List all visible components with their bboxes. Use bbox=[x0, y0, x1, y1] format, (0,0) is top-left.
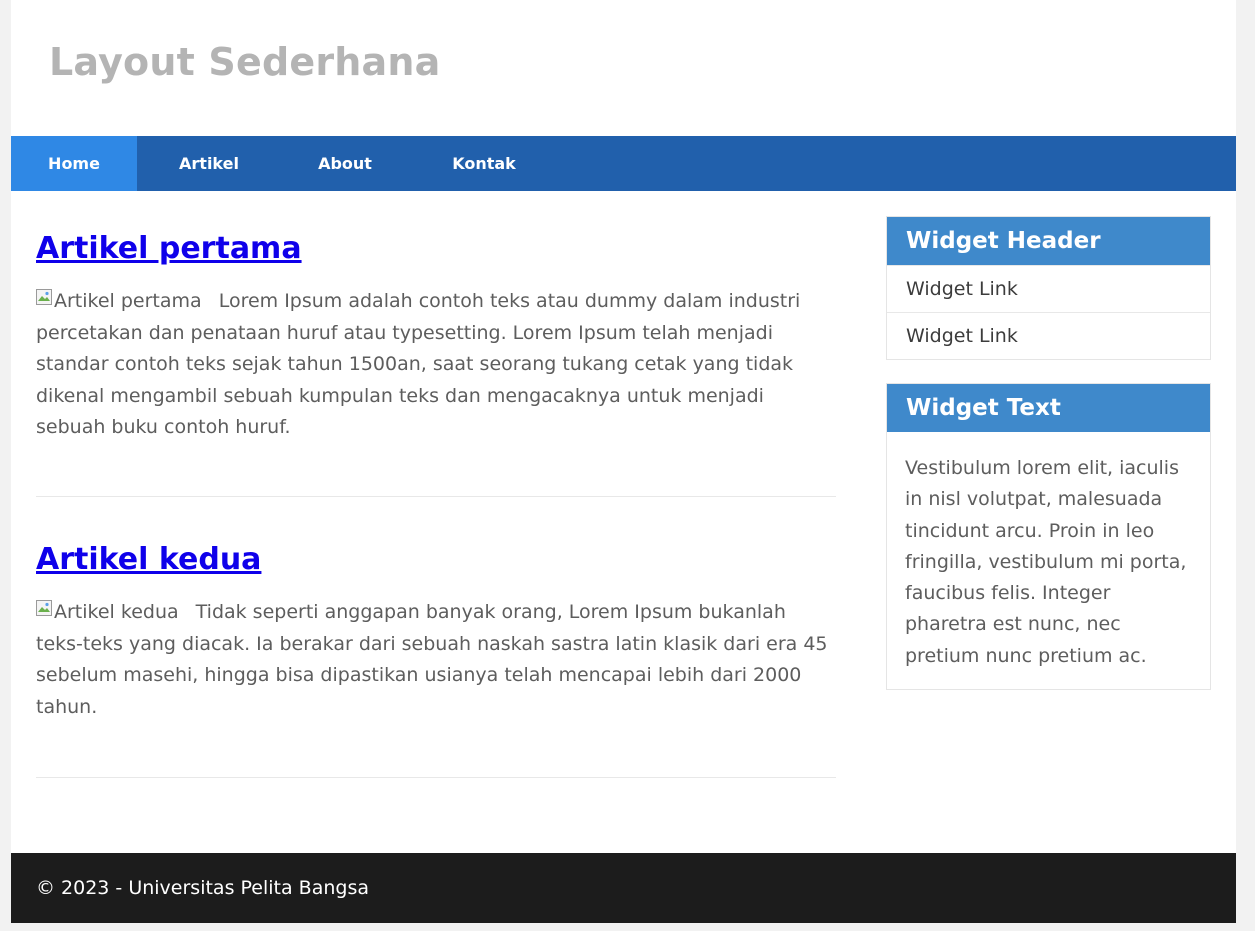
broken-image-icon bbox=[36, 289, 52, 305]
article-card: Artikel kedua Artikel kedua Tidak sepert… bbox=[36, 542, 836, 723]
nav-item-home[interactable]: Home bbox=[11, 136, 137, 191]
nav-item-about[interactable]: About bbox=[295, 136, 395, 191]
article-image: Artikel kedua bbox=[36, 597, 179, 629]
article-body: Artikel pertama Lorem Ipsum adalah conto… bbox=[36, 286, 836, 444]
main-nav: Home Artikel About Kontak bbox=[11, 136, 1236, 191]
article-title-link[interactable]: Artikel pertama bbox=[36, 231, 302, 266]
article-divider bbox=[36, 496, 836, 497]
broken-image-icon bbox=[36, 600, 52, 616]
article-card: Artikel pertama Artikel pertama Lorem Ip… bbox=[36, 231, 836, 444]
article-image: Artikel pertama bbox=[36, 286, 202, 318]
widget-link[interactable]: Widget Link bbox=[887, 265, 1210, 312]
article-image-alt: Artikel pertama bbox=[54, 290, 202, 312]
article-body: Artikel kedua Tidak seperti anggapan ban… bbox=[36, 597, 836, 723]
widget-header: Widget Header bbox=[887, 217, 1210, 265]
article-divider bbox=[36, 777, 836, 778]
widget-text: Widget Text Vestibulum lorem elit, iacul… bbox=[886, 383, 1211, 691]
site-footer: © 2023 - Universitas Pelita Bangsa bbox=[11, 853, 1236, 923]
article-title-link[interactable]: Artikel kedua bbox=[36, 542, 261, 577]
widget-header: Widget Text bbox=[887, 384, 1210, 432]
widget-text-body: Vestibulum lorem elit, iaculis in nisl v… bbox=[905, 457, 1187, 667]
article-title: Artikel pertama bbox=[36, 231, 836, 266]
footer-copyright: © 2023 - Universitas Pelita Bangsa bbox=[36, 877, 369, 899]
site-title: Layout Sederhana bbox=[49, 40, 441, 84]
site-header: Layout Sederhana bbox=[11, 0, 1236, 136]
nav-item-kontak[interactable]: Kontak bbox=[434, 136, 534, 191]
widget-link[interactable]: Widget Link bbox=[887, 312, 1210, 359]
widget-links: Widget Header Widget Link Widget Link bbox=[886, 216, 1211, 360]
article-image-alt: Artikel kedua bbox=[54, 601, 179, 623]
article-title: Artikel kedua bbox=[36, 542, 836, 577]
page-container: Layout Sederhana Home Artikel About Kont… bbox=[11, 0, 1236, 923]
nav-item-artikel[interactable]: Artikel bbox=[159, 136, 259, 191]
